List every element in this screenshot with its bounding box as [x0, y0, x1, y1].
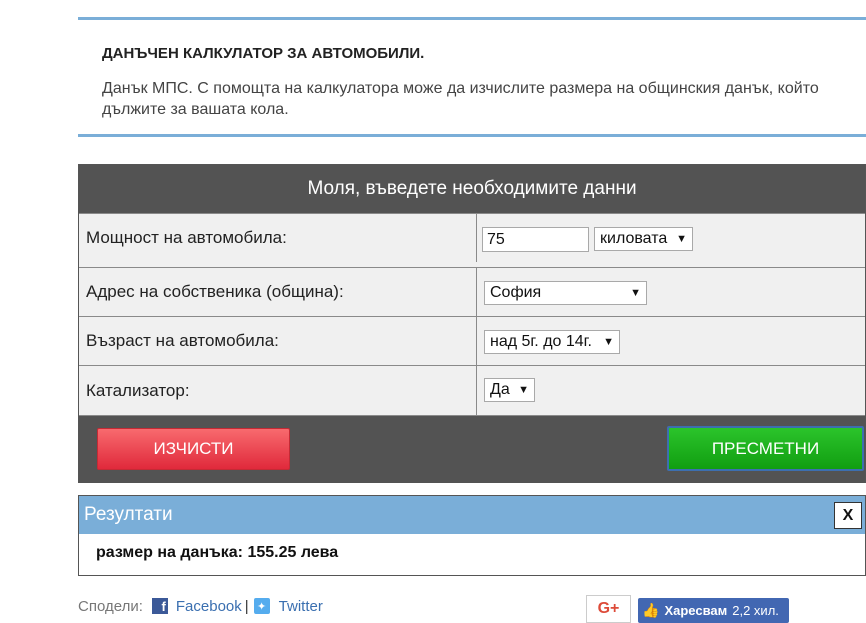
catalyst-row: Катализатор: Да ▼	[79, 365, 865, 415]
facebook-share-link[interactable]: Facebook	[176, 598, 242, 615]
facebook-icon: f	[151, 598, 168, 614]
catalyst-label: Катализатор:	[86, 380, 190, 400]
calculate-button[interactable]: ПРЕСМЕТНИ	[667, 426, 864, 471]
calculator-form: Моля, въведете необходимите данни Мощнос…	[78, 164, 866, 483]
age-row: Възраст на автомобила: над 5г. до 14г. ▼	[79, 316, 865, 365]
power-input[interactable]: 75	[482, 227, 589, 252]
chevron-down-icon: ▼	[603, 336, 614, 348]
thumbs-up-icon: 👍	[642, 602, 660, 618]
form-header: Моля, въведете необходимите данни	[79, 165, 865, 213]
results-header: Резултати	[79, 496, 865, 534]
power-label: Мощност на автомобила:	[86, 228, 287, 247]
car-age-value: над 5г. до 14г.	[490, 333, 592, 350]
row-divider	[476, 268, 477, 316]
twitter-icon: ✦	[253, 598, 270, 614]
chevron-down-icon: ▼	[630, 287, 641, 299]
share-bar: Сподели: f Facebook | ✦ Twitter	[78, 596, 323, 616]
results-title: Резултати	[84, 504, 173, 525]
page-title: ДАНЪЧЕН КАЛКУЛАТОР ЗА АВТОМОБИЛИ.	[102, 45, 425, 62]
clear-button[interactable]: ИЗЧИСТИ	[97, 428, 290, 470]
like-count: 2,2 хил.	[732, 603, 779, 618]
row-divider	[476, 366, 477, 415]
power-row: Мощност на автомобила: 75 киловата ▼	[79, 213, 865, 262]
catalyst-select[interactable]: Да ▼	[484, 378, 535, 402]
municipality-value: София	[490, 284, 542, 301]
municipality-select[interactable]: София ▼	[484, 281, 647, 305]
car-age-select[interactable]: над 5г. до 14г. ▼	[484, 330, 620, 354]
like-label: Харесвам	[664, 603, 728, 618]
row-divider	[476, 317, 477, 365]
twitter-share-link[interactable]: Twitter	[279, 598, 323, 615]
address-row: Адрес на собственика (община): София ▼	[79, 267, 865, 316]
tax-result: размер на данъка: 155.25 лева	[96, 544, 339, 561]
catalyst-value: Да	[490, 381, 510, 398]
intro-section: ДАНЪЧЕН КАЛКУЛАТОР ЗА АВТОМОБИЛИ. Данък …	[78, 17, 866, 137]
share-label: Сподели:	[78, 597, 143, 615]
row-divider	[476, 214, 477, 262]
power-unit-value: киловата	[600, 230, 668, 247]
results-panel: Резултати X размер на данъка: 155.25 лев…	[78, 495, 866, 576]
address-label: Адрес на собственика (община):	[86, 282, 344, 301]
intro-description: Данък МПС. С помощта на калкулатора може…	[102, 80, 819, 118]
share-separator: |	[244, 597, 249, 615]
chevron-down-icon: ▼	[676, 233, 687, 245]
form-actions: ИЗЧИСТИ ПРЕСМЕТНИ	[79, 415, 865, 483]
google-plus-button[interactable]: G+	[586, 595, 631, 623]
age-label: Възраст на автомобила:	[86, 331, 279, 350]
chevron-down-icon: ▼	[518, 384, 529, 396]
close-results-button[interactable]: X	[834, 502, 862, 529]
power-unit-select[interactable]: киловата ▼	[594, 227, 693, 251]
facebook-like-button[interactable]: 👍 Харесвам 2,2 хил.	[638, 598, 789, 623]
